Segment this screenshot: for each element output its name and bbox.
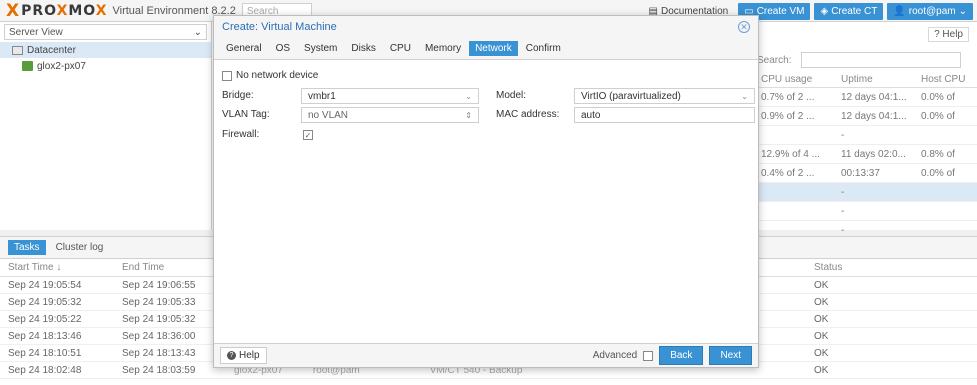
firewall-label: Firewall:: [222, 129, 260, 140]
question-icon: ?: [227, 351, 236, 360]
table-row[interactable]: 12.9% of 4 ... 11 days 02:0... 0.8% of: [757, 145, 977, 164]
resource-tree-panel: Server View ⌄ Datacenter glox2-px07: [0, 22, 212, 230]
table-row[interactable]: -: [757, 202, 977, 221]
table-row[interactable]: 0.9% of 2 ... 12 days 04:1... 0.0% of: [757, 107, 977, 126]
tab-general[interactable]: General: [220, 41, 268, 56]
chevron-down-icon: ⌄: [193, 26, 202, 38]
back-button[interactable]: Back: [659, 346, 704, 365]
question-icon: ?: [934, 29, 940, 40]
dialog-footer: ? Help Advanced Back Next: [214, 343, 758, 367]
model-select[interactable]: VirtIO (paravirtualized) ⌄: [574, 88, 755, 104]
next-button[interactable]: Next: [709, 346, 752, 365]
wizard-tabs: General OS System Disks CPU Memory Netwo…: [214, 38, 758, 60]
dialog-title-bar: Create: Virtual Machine ✕: [214, 16, 758, 38]
help-button-top[interactable]: ? Help: [928, 27, 969, 42]
tree-item-node[interactable]: glox2-px07: [0, 58, 211, 74]
tree-item-datacenter[interactable]: Datacenter: [0, 42, 211, 58]
table-row[interactable]: -: [757, 126, 977, 145]
advanced-checkbox[interactable]: [643, 350, 654, 361]
network-form: No network device Bridge: vmbr1 ⌄ VLAN T…: [214, 60, 758, 343]
node-icon: [22, 61, 33, 71]
table-row[interactable]: 0.7% of 2 ... 12 days 04:1... 0.0% of: [757, 88, 977, 107]
tab-cpu[interactable]: CPU: [384, 41, 417, 56]
tab-memory[interactable]: Memory: [419, 41, 467, 56]
table-row[interactable]: 0.4% of 2 ... 00:13:37 0.0% of: [757, 164, 977, 183]
mac-address-input[interactable]: auto: [574, 107, 755, 123]
no-network-device-checkbox[interactable]: [222, 70, 232, 81]
create-ct-button[interactable]: ◈ Create CT: [814, 2, 884, 20]
help-button[interactable]: ? Help: [220, 347, 267, 364]
logo-x-icon: X: [6, 0, 20, 21]
bridge-label: Bridge:: [222, 90, 254, 101]
datacenter-icon: [12, 45, 23, 55]
tab-disks[interactable]: Disks: [345, 41, 381, 56]
resource-table-header: CPU usage Uptime Host CPU: [757, 72, 977, 88]
mac-address-label: MAC address:: [496, 109, 560, 120]
proxmox-logo: X PROXMOX: [6, 1, 108, 21]
chevron-down-icon: ⌄: [465, 91, 472, 101]
tab-os[interactable]: OS: [270, 41, 296, 56]
tab-tasks[interactable]: Tasks: [8, 240, 46, 255]
close-icon[interactable]: ✕: [738, 21, 750, 33]
spinner-arrows-icon[interactable]: ⇕: [465, 111, 472, 120]
bridge-select[interactable]: vmbr1 ⌄: [301, 88, 479, 104]
search-input[interactable]: [801, 52, 962, 68]
advanced-label: Advanced: [592, 350, 638, 361]
tab-confirm[interactable]: Confirm: [520, 41, 567, 56]
tab-cluster-log[interactable]: Cluster log: [50, 240, 110, 255]
user-menu-button[interactable]: 👤 root@pam ⌄: [887, 2, 973, 20]
dialog-title: Create: Virtual Machine: [222, 21, 337, 33]
tab-network[interactable]: Network: [469, 41, 518, 56]
cube-icon: ◈: [820, 5, 829, 17]
vlan-tag-spinner[interactable]: no VLAN ⇕: [301, 107, 479, 123]
search-area: Search:: [757, 52, 962, 68]
create-vm-dialog: Create: Virtual Machine ✕ General OS Sys…: [213, 15, 759, 368]
model-label: Model:: [496, 90, 527, 101]
table-row[interactable]: -: [757, 183, 977, 202]
logo-text: PROXMOX: [21, 2, 108, 19]
chevron-down-icon: ⌄: [741, 91, 748, 101]
server-view-select[interactable]: Server View ⌄: [4, 24, 207, 40]
vlan-tag-label: VLAN Tag:: [222, 109, 270, 120]
chevron-down-icon: ⌄: [958, 5, 967, 17]
tab-system[interactable]: System: [298, 41, 343, 56]
no-network-device-row[interactable]: No network device: [222, 70, 318, 81]
user-icon: 👤: [893, 5, 906, 17]
resource-table: CPU usage Uptime Host CPU 0.7% of 2 ... 1…: [757, 72, 977, 240]
firewall-checkbox[interactable]: ✓: [303, 130, 313, 140]
